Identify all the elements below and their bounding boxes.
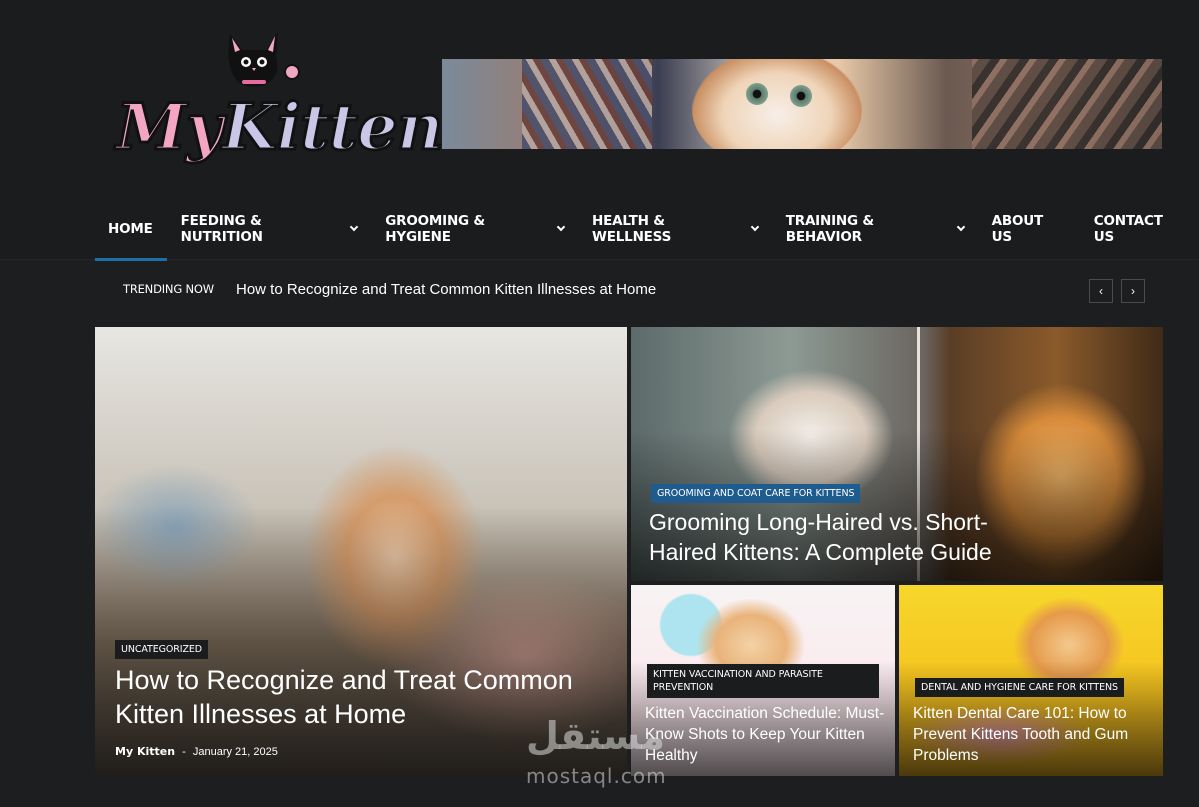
header-banner-image[interactable] xyxy=(442,59,1162,149)
meta-separator: - xyxy=(182,746,186,758)
trending-prev-button[interactable]: ‹ xyxy=(1089,279,1113,303)
banner-kitten-eye-right xyxy=(790,85,812,107)
banner-kitten xyxy=(692,59,862,149)
trending-bar: TRENDING NOW How to Recognize and Treat … xyxy=(95,262,1163,318)
nav-item-grooming-hygiene[interactable]: GROOMING & HYGIENE xyxy=(371,200,578,258)
nav-item-home[interactable]: HOME xyxy=(95,200,167,261)
post-date: January 21, 2025 xyxy=(192,746,278,758)
featured-post-main[interactable]: UNCATEGORIZED How to Recognize and Treat… xyxy=(95,327,627,776)
nav-label-about-us: ABOUT US xyxy=(991,213,1044,245)
post-title[interactable]: Grooming Long-Haired vs. Short-Haired Ki… xyxy=(649,507,1049,567)
nav-item-health-wellness[interactable]: HEALTH & WELLNESS xyxy=(578,200,772,258)
post-meta: My Kitten - January 21, 2025 xyxy=(115,745,278,758)
nav-label-health-wellness: HEALTH & WELLNESS xyxy=(592,213,672,245)
watermark-arabic: مستقل xyxy=(526,714,665,758)
post-title[interactable]: How to Recognize and Treat Common Kitten… xyxy=(115,663,595,731)
chevron-down-icon xyxy=(556,222,566,232)
category-badge[interactable]: UNCATEGORIZED xyxy=(115,640,209,659)
watermark-latin: mostaql.com xyxy=(526,764,667,788)
category-badge[interactable]: KITTEN VACCINATION AND PARASITE PREVENTI… xyxy=(647,664,879,698)
featured-post-bottom-left[interactable]: KITTEN VACCINATION AND PARASITE PREVENTI… xyxy=(631,585,895,776)
nav-label-feeding-nutrition: FEEDING & NUTRITION xyxy=(180,213,263,245)
nav-label-grooming-hygiene: GROOMING & HYGIENE xyxy=(385,213,486,245)
logo-wordmark: MyKitten xyxy=(114,89,445,167)
logo-text-kitten: Kitten xyxy=(221,89,445,167)
featured-post-top[interactable]: GROOMING AND COAT CARE FOR KITTENS Groom… xyxy=(631,327,1163,581)
chevron-down-icon xyxy=(750,222,759,232)
banner-blanket-left xyxy=(522,59,652,149)
trending-label: TRENDING NOW xyxy=(123,282,214,296)
post-title[interactable]: Kitten Vaccination Schedule: Must-Know S… xyxy=(645,703,885,766)
nav-item-training-behavior[interactable]: TRAINING & BEHAVIOR xyxy=(772,200,978,258)
site-logo[interactable]: MyKitten xyxy=(112,28,445,188)
main-navigation: HOME FEEDING & NUTRITION GROOMING & HYGI… xyxy=(0,200,1199,261)
chevron-down-icon xyxy=(350,222,359,232)
banner-blanket-right xyxy=(972,59,1162,149)
trending-headline-link[interactable]: How to Recognize and Treat Common Kitten… xyxy=(236,281,656,298)
category-badge[interactable]: GROOMING AND COAT CARE FOR KITTENS xyxy=(651,484,861,503)
post-title[interactable]: Kitten Dental Care 101: How to Prevent K… xyxy=(913,703,1153,766)
nav-item-about-us[interactable]: ABOUT US xyxy=(978,200,1080,258)
nav-label-training-behavior: TRAINING & BEHAVIOR xyxy=(785,213,874,245)
nav-label-contact-us: CONTACT US xyxy=(1093,213,1163,245)
banner-kitten-eye-left xyxy=(746,83,768,105)
featured-post-bottom-right[interactable]: DENTAL AND HYGIENE CARE FOR KITTENS Kitt… xyxy=(899,585,1163,776)
post-author[interactable]: My Kitten xyxy=(115,745,175,758)
chevron-left-icon: ‹ xyxy=(1099,284,1103,298)
logo-text-my: My xyxy=(114,89,224,167)
nav-item-feeding-nutrition[interactable]: FEEDING & NUTRITION xyxy=(167,200,372,258)
chevron-down-icon xyxy=(956,222,965,232)
chevron-right-icon: › xyxy=(1131,284,1135,298)
nav-item-contact-us[interactable]: CONTACT US xyxy=(1080,200,1199,258)
site-header: MyKitten xyxy=(0,0,1199,200)
nav-label-home: HOME xyxy=(108,221,153,237)
category-badge[interactable]: DENTAL AND HYGIENE CARE FOR KITTENS xyxy=(915,678,1124,697)
trending-next-button[interactable]: › xyxy=(1121,279,1145,303)
